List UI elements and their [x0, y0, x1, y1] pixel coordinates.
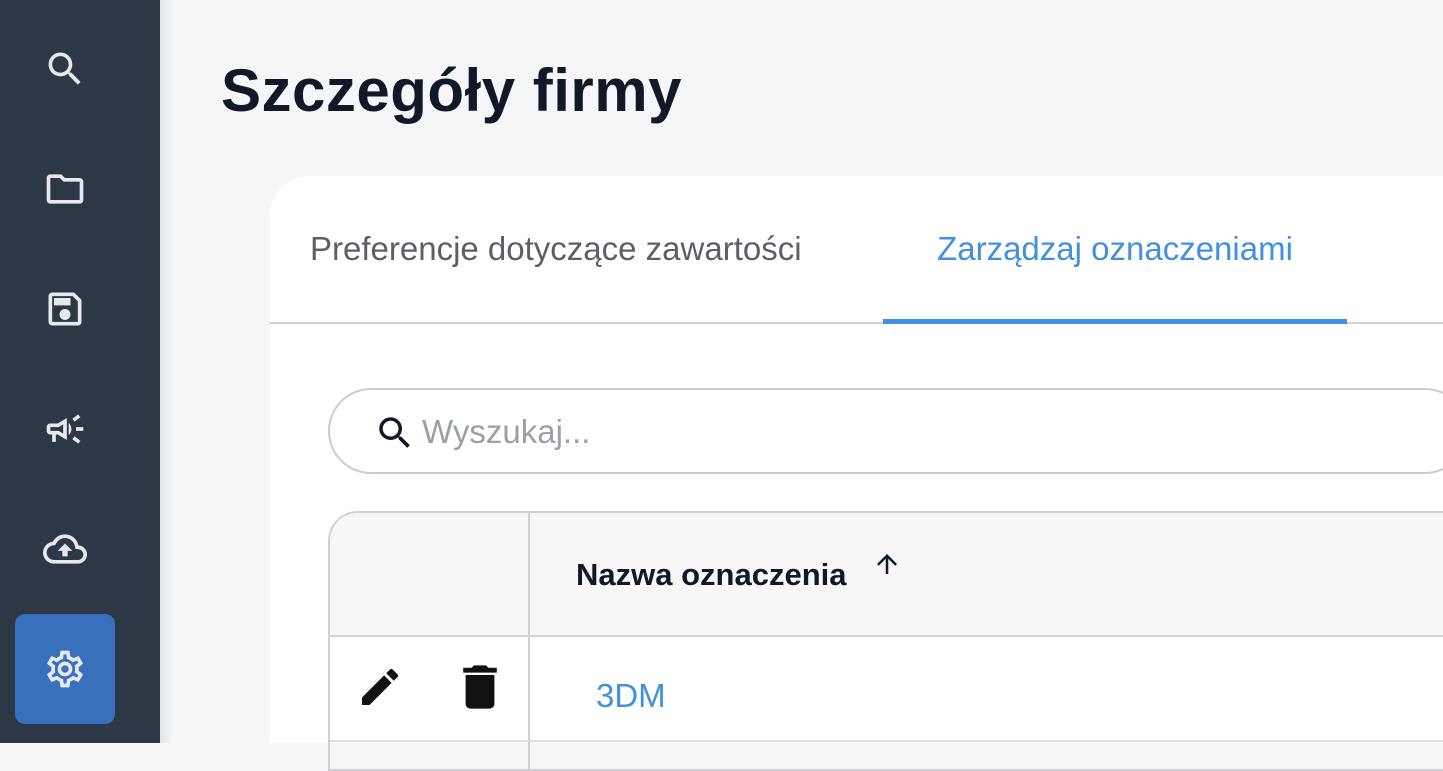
nav-announcements[interactable]: [15, 374, 115, 484]
nav-upload[interactable]: [15, 494, 115, 604]
cloud-upload-icon: [43, 534, 87, 564]
folder-icon: [46, 174, 84, 204]
trash-icon[interactable]: [460, 663, 500, 711]
tab-bar: Preferencje dotyczące zawartości Zarządz…: [270, 176, 1443, 324]
sidebar: [0, 0, 160, 743]
gear-icon: [47, 650, 83, 688]
nav-search[interactable]: [15, 14, 115, 124]
content-card: Preferencje dotyczące zawartości Zarządz…: [270, 176, 1443, 771]
row-divider: [330, 740, 1443, 742]
sidebar-shadow: [160, 0, 174, 743]
nav-folder[interactable]: [15, 134, 115, 244]
megaphone-icon: [46, 414, 84, 444]
page-title: Szczegóły firmy: [221, 57, 682, 124]
search-input[interactable]: [420, 406, 1324, 458]
table-header: Nazwa oznaczenia: [330, 513, 1443, 637]
save-icon: [48, 292, 82, 326]
sort-ascending-icon[interactable]: [872, 549, 902, 579]
search-icon: [48, 52, 81, 85]
tab-content-preferences[interactable]: Preferencje dotyczące zawartości: [310, 176, 846, 322]
tab-manage-labels[interactable]: Zarządzaj oznaczeniami: [883, 176, 1347, 324]
search-icon: [379, 417, 410, 448]
column-divider: [528, 513, 530, 769]
label-name-cell[interactable]: 3DM: [596, 677, 666, 715]
edit-icon[interactable]: [356, 663, 404, 711]
nav-settings[interactable]: [15, 614, 115, 724]
labels-table: Nazwa oznaczenia 3DM: [328, 511, 1443, 771]
column-header-label-name[interactable]: Nazwa oznaczenia: [576, 557, 846, 593]
search-box[interactable]: [328, 388, 1443, 474]
nav-save[interactable]: [15, 254, 115, 364]
